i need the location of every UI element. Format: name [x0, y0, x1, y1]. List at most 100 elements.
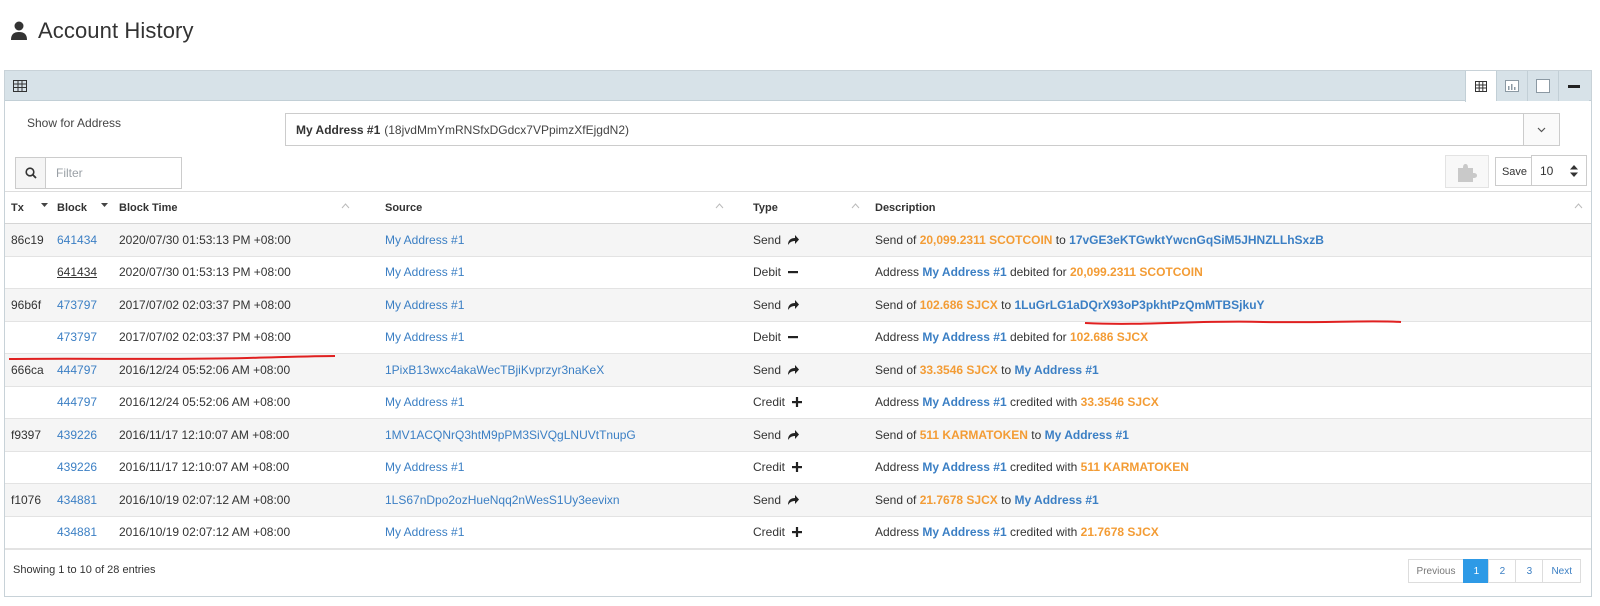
table-view-button[interactable] — [1465, 71, 1496, 102]
source-link[interactable]: My Address #1 — [385, 298, 464, 312]
column-header-source[interactable]: Source — [359, 191, 731, 224]
pagination-2-page[interactable]: 2 — [1488, 559, 1517, 583]
block-time-cell: 2016/12/24 05:52:06 AM +08:00 — [113, 386, 359, 419]
address-link[interactable]: My Address #1 — [1014, 493, 1098, 507]
fullscreen-button[interactable] — [1527, 71, 1558, 101]
address-link[interactable]: 1LuGrLG1aDQrX93oP3pkhtPzQmMTBSjkuY — [1014, 298, 1264, 312]
block-link[interactable]: 473797 — [57, 298, 97, 312]
source-link[interactable]: My Address #1 — [385, 330, 464, 344]
block-link[interactable]: 439226 — [57, 428, 97, 442]
block-cell: 641434 — [51, 223, 113, 257]
amount-text: SCOTCOIN — [1136, 265, 1203, 280]
block-cell: 473797 — [51, 321, 113, 354]
search-button[interactable] — [15, 157, 46, 189]
save-button-label: Save — [1501, 165, 1528, 178]
description-text: debited for — [1006, 265, 1070, 280]
source-link[interactable]: 1MV1ACQNrQ3htM9pPM3SiVQgLNUVtTnupG — [385, 428, 636, 442]
amount-text: 102.686 — [1070, 330, 1114, 345]
sort-neutral-icon — [1574, 203, 1583, 209]
column-header-tx[interactable]: Tx — [5, 191, 51, 224]
source-cell: My Address #1 — [359, 451, 731, 484]
column-header-type[interactable]: Type — [731, 191, 869, 224]
column-header-block[interactable]: Block — [51, 191, 113, 224]
description-text: Send of — [875, 232, 920, 247]
tx-cell: 96b6f — [5, 288, 51, 322]
column-header-type-label: Type — [753, 201, 778, 214]
block-link[interactable]: 641434 — [57, 233, 97, 247]
column-header-source-label: Source — [385, 201, 423, 214]
type-cell: Credit — [731, 516, 869, 549]
block-link[interactable]: 641434 — [57, 265, 97, 279]
source-link[interactable]: My Address #1 — [385, 460, 464, 474]
amount-text: SCOTCOIN — [985, 232, 1053, 247]
table-toolbar: Save — [1445, 155, 1545, 188]
address-link[interactable]: 17vGE3eKTGwktYwcnGqSiM5JHNZLLhSxzB — [1069, 233, 1324, 247]
address-link[interactable]: My Address #1 — [922, 460, 1006, 474]
chart-view-button[interactable] — [1496, 71, 1527, 101]
source-link[interactable]: 1LS67nDpo2ozHueNqq2nWesS1Uy3eevixn — [385, 493, 620, 507]
amount-text: 21.7678 — [1080, 525, 1125, 540]
table-row: 641434 2020/07/30 01:53:13 PM +08:00 My Ad… — [5, 256, 1591, 289]
amount-text: 102.686 — [919, 297, 964, 312]
block-link[interactable]: 434881 — [57, 493, 97, 507]
source-link[interactable]: My Address #1 — [385, 525, 464, 539]
block-link[interactable]: 434881 — [57, 525, 97, 539]
source-link[interactable]: My Address #1 — [385, 233, 464, 247]
table-row: f1076 434881 2016/10/19 02:07:12 AM +08:00… — [5, 483, 1591, 517]
type-label: Send — [753, 492, 782, 507]
block-time-cell: 2017/07/02 02:03:37 PM +08:00 — [113, 288, 359, 322]
address-link[interactable]: My Address #1 — [922, 330, 1006, 344]
address-link[interactable]: My Address #1 — [922, 525, 1006, 539]
panel-header — [5, 71, 1591, 102]
source-cell: 1PixB13wxc4akaWecTBjiKvprzyr3naKeX — [359, 353, 731, 387]
amount-text: 33.3546 — [1080, 395, 1125, 410]
source-cell: My Address #1 — [359, 321, 731, 354]
block-time-cell: 2020/07/30 01:53:13 PM +08:00 — [113, 256, 359, 289]
pagination-next-button[interactable]: Next — [1542, 559, 1581, 583]
show-for-address-label: Show for Address — [27, 116, 122, 130]
type-cell: Credit — [731, 451, 869, 484]
description-text: to — [997, 492, 1015, 507]
source-link[interactable]: My Address #1 — [385, 395, 464, 409]
block-link[interactable]: 473797 — [57, 330, 97, 344]
pagination-3-page[interactable]: 3 — [1515, 559, 1544, 583]
description-text: Send of — [875, 492, 920, 507]
column-header-description[interactable]: Description — [869, 191, 1591, 224]
address-link[interactable]: My Address #1 — [922, 265, 1006, 279]
tx-cell — [5, 256, 51, 289]
tx-cell — [5, 516, 51, 549]
send-arrow-icon — [788, 494, 800, 505]
column-header-block-time[interactable]: Block Time — [113, 191, 359, 224]
source-link[interactable]: 1PixB13wxc4akaWecTBjiKvprzyr3naKeX — [385, 363, 604, 377]
type-label: Credit — [753, 395, 786, 410]
table-row: 473797 2017/07/02 02:03:37 PM +08:00 My Ad… — [5, 321, 1591, 354]
type-cell: Send — [731, 288, 869, 322]
address-select-toggle[interactable] — [1523, 114, 1559, 145]
pagination-1-page[interactable]: 1 — [1463, 559, 1490, 583]
sort-updown-icon — [1570, 165, 1578, 177]
block-link[interactable]: 444797 — [57, 395, 97, 409]
type-label: Send — [753, 427, 782, 442]
block-link[interactable]: 444797 — [57, 363, 97, 377]
block-link[interactable]: 439226 — [57, 460, 97, 474]
source-cell: My Address #1 — [359, 386, 731, 419]
tx-cell: 86c19 — [5, 223, 51, 257]
table-row: 666ca 444797 2016/12/24 05:52:06 AM +08:00… — [5, 353, 1591, 387]
filter-input[interactable] — [46, 157, 182, 189]
address-link[interactable]: My Address #1 — [1014, 363, 1098, 377]
description-cell: Send of 33.3546 SJCX to My Address #1 — [869, 353, 1591, 387]
description-text: to — [1027, 427, 1045, 442]
tx-cell — [5, 386, 51, 419]
page-size-select[interactable]: 10 — [1531, 155, 1587, 186]
table-footer: Showing 1 to 10 of 28 entries Previous 1 2… — [5, 549, 1591, 598]
block-time-cell: 2016/11/17 12:10:07 AM +08:00 — [113, 418, 359, 452]
source-link[interactable]: My Address #1 — [385, 265, 464, 279]
address-select[interactable]: My Address #1 (18jvdMmYmRNSfxDGdcx7VPpim… — [285, 113, 1560, 146]
sort-desc-icon — [41, 203, 48, 207]
collapse-button[interactable] — [1558, 71, 1589, 101]
description-text: to — [997, 297, 1015, 312]
address-link[interactable]: My Address #1 — [922, 395, 1006, 409]
plugins-button[interactable] — [1445, 155, 1489, 188]
source-cell: My Address #1 — [359, 288, 731, 322]
address-link[interactable]: My Address #1 — [1045, 428, 1129, 442]
